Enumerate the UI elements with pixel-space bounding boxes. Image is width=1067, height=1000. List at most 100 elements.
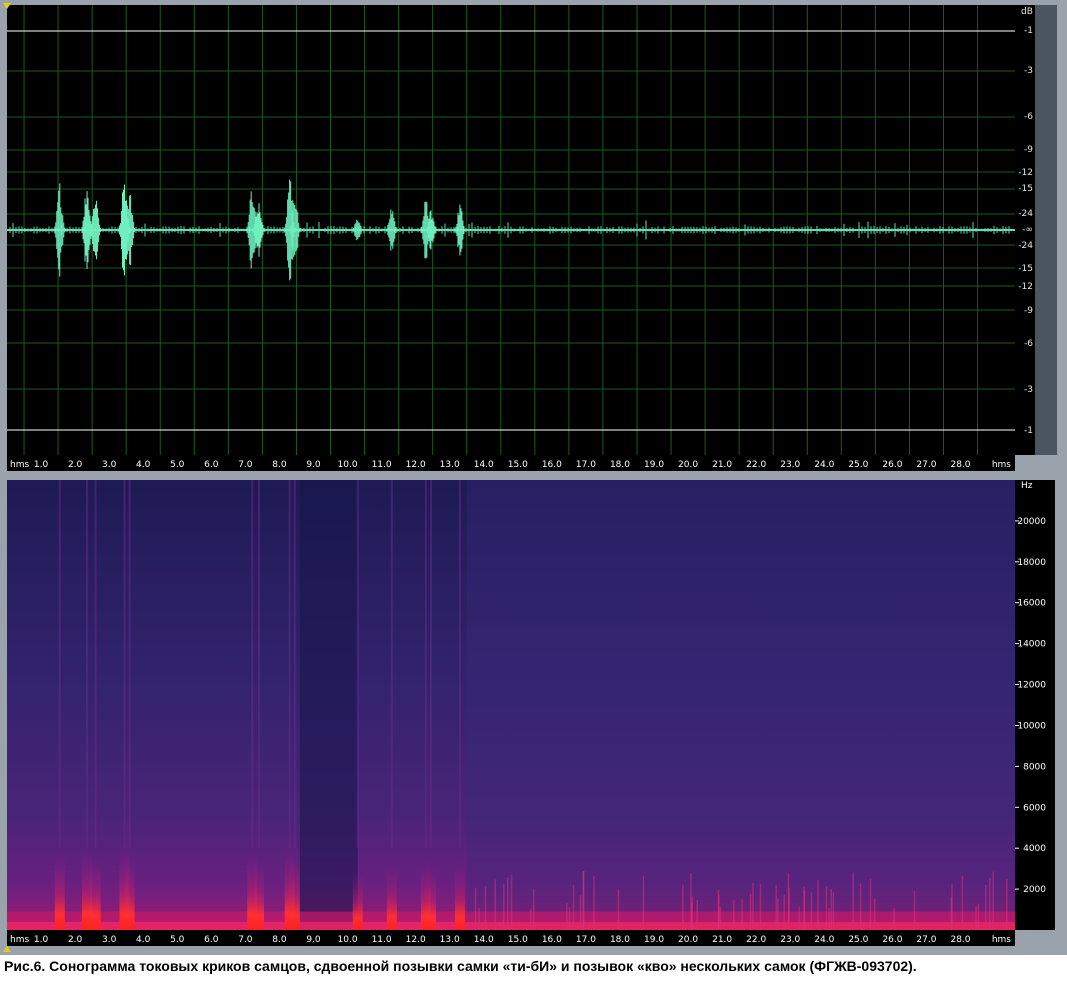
spectrogram-call-streak (86, 480, 89, 849)
db-tick-label: -6 (1024, 112, 1033, 122)
db-unit-label: dB (1021, 7, 1033, 17)
time-tick-label: 24.0 (814, 935, 834, 945)
time-tick-label: 12.0 (406, 460, 426, 470)
db-tick-label: -1 (1024, 426, 1033, 436)
time-tick-label: 24.0 (814, 460, 834, 470)
time-axis-label-end: hms (992, 935, 1011, 945)
time-tick-label: 23.0 (780, 935, 800, 945)
spectrogram-click (759, 884, 762, 930)
time-tick-label: 17.0 (576, 460, 596, 470)
spectrogram-click (992, 871, 994, 930)
spectrogram-click (572, 884, 575, 930)
time-tick-label: 3.0 (102, 935, 117, 945)
spectrogram-click (913, 891, 916, 930)
spectrogram-call-column (254, 857, 264, 930)
time-tick-label: 4.0 (136, 935, 151, 945)
time-tick-label: 13.0 (440, 460, 460, 470)
spectrogram-click (893, 907, 895, 930)
time-tick-label: 17.0 (576, 935, 596, 945)
time-tick-label: 26.0 (882, 935, 902, 945)
spectrogram-call-streak (429, 480, 432, 849)
time-tick-label: 1.0 (34, 460, 49, 470)
spectrogram-click (566, 902, 568, 930)
time-tick-label: 6.0 (204, 460, 219, 470)
time-tick-label: 22.0 (746, 935, 766, 945)
spectrogram-click (832, 892, 835, 930)
spectrogram-call-streak (128, 480, 131, 849)
time-tick-label: 16.0 (542, 935, 562, 945)
time-tick-label: 20.0 (678, 935, 698, 945)
spectrogram-click (775, 885, 777, 930)
spectrogram-click (810, 892, 813, 930)
spectrogram-click (642, 875, 645, 930)
time-tick-label: 19.0 (644, 460, 664, 470)
db-tick-label: -6 (1024, 339, 1033, 349)
time-tick-label: 14.0 (474, 460, 494, 470)
spectrogram-call-streak (123, 480, 126, 849)
hz-tick-label: 20000 (1017, 517, 1046, 527)
audio-editor-window: dB -1 -3 -6 -9 -12 -15 -24 -∞ -24 -15 -12 -9 -6 -3 -1 h… (0, 0, 1067, 955)
hz-tick-label: 14000 (1017, 640, 1046, 650)
spectrogram-click (719, 906, 722, 930)
spectrogram-right-region (466, 480, 1015, 930)
time-tick-label: 12.0 (406, 935, 426, 945)
time-tick-label: 23.0 (780, 460, 800, 470)
hz-tick-label: 18000 (1017, 558, 1046, 568)
spectrogram-call-column (289, 850, 300, 930)
spectrogram-click (859, 883, 862, 930)
spectrogram-click (798, 906, 800, 930)
db-tick-label: -9 (1024, 145, 1033, 155)
time-tick-label: 18.0 (610, 460, 630, 470)
spectrogram-click (510, 874, 513, 930)
playhead-marker-bottom[interactable] (3, 946, 11, 952)
spectrogram-call-column (454, 861, 465, 930)
spectrogram-click (950, 897, 953, 930)
spectrogram-click (717, 889, 720, 930)
spectrogram-click (690, 873, 692, 930)
time-tick-label: 8.0 (272, 935, 287, 945)
spectrogram-click (873, 898, 876, 930)
time-tick-label: 16.0 (542, 460, 562, 470)
spectrogram-click (484, 885, 487, 930)
db-tick-label: -1 (1024, 26, 1033, 36)
time-tick-label: 2.0 (68, 935, 83, 945)
spectrogram-call-streak (458, 480, 461, 849)
time-tick-label: 3.0 (102, 460, 117, 470)
time-tick-label: 10.0 (338, 935, 358, 945)
spectrogram-call-column (90, 854, 101, 930)
hz-tick-label: 10000 (1017, 721, 1046, 731)
time-tick-label: 18.0 (610, 935, 630, 945)
time-tick-label: 26.0 (882, 460, 902, 470)
time-tick-label: 9.0 (306, 935, 321, 945)
time-tick-label: 25.0 (848, 460, 868, 470)
time-tick-label: 5.0 (170, 460, 185, 470)
waveform-scrollbar[interactable] (1035, 5, 1057, 455)
time-tick-label: 8.0 (272, 460, 287, 470)
db-tick-label: -24 (1018, 241, 1033, 251)
db-tick-label: -9 (1024, 306, 1033, 316)
time-tick-label: 11.0 (372, 460, 392, 470)
spectrogram-click (1005, 878, 1008, 930)
time-tick-label: 27.0 (916, 935, 936, 945)
spectrogram-dark-band (299, 480, 358, 930)
spectrogram-click (828, 907, 830, 930)
spectrogram-call-streak (390, 480, 393, 849)
time-axis-label: hms (10, 460, 29, 470)
spectrogram-click (733, 900, 735, 930)
spectrogram-call-column (386, 862, 397, 930)
time-axis-label-end: hms (992, 460, 1011, 470)
spectrogram-click (817, 879, 819, 930)
spectrogram-click (777, 898, 779, 930)
time-tick-label: 28.0 (950, 935, 970, 945)
spectrogram-click (579, 895, 582, 930)
spectrogram-call-column (124, 852, 135, 930)
hz-tick-label: 4000 (1023, 844, 1046, 854)
figure-caption: Рис.6. Сонограмма токовых криков самцов,… (4, 958, 917, 974)
spectrogram-call-streak (424, 480, 427, 849)
time-tick-label: 20.0 (678, 460, 698, 470)
spectrogram-call-column (54, 849, 65, 930)
db-tick-label: -24 (1018, 209, 1033, 219)
time-tick-label: 21.0 (712, 935, 732, 945)
time-tick-label: 1.0 (34, 935, 49, 945)
spectrogram-click (682, 884, 684, 930)
